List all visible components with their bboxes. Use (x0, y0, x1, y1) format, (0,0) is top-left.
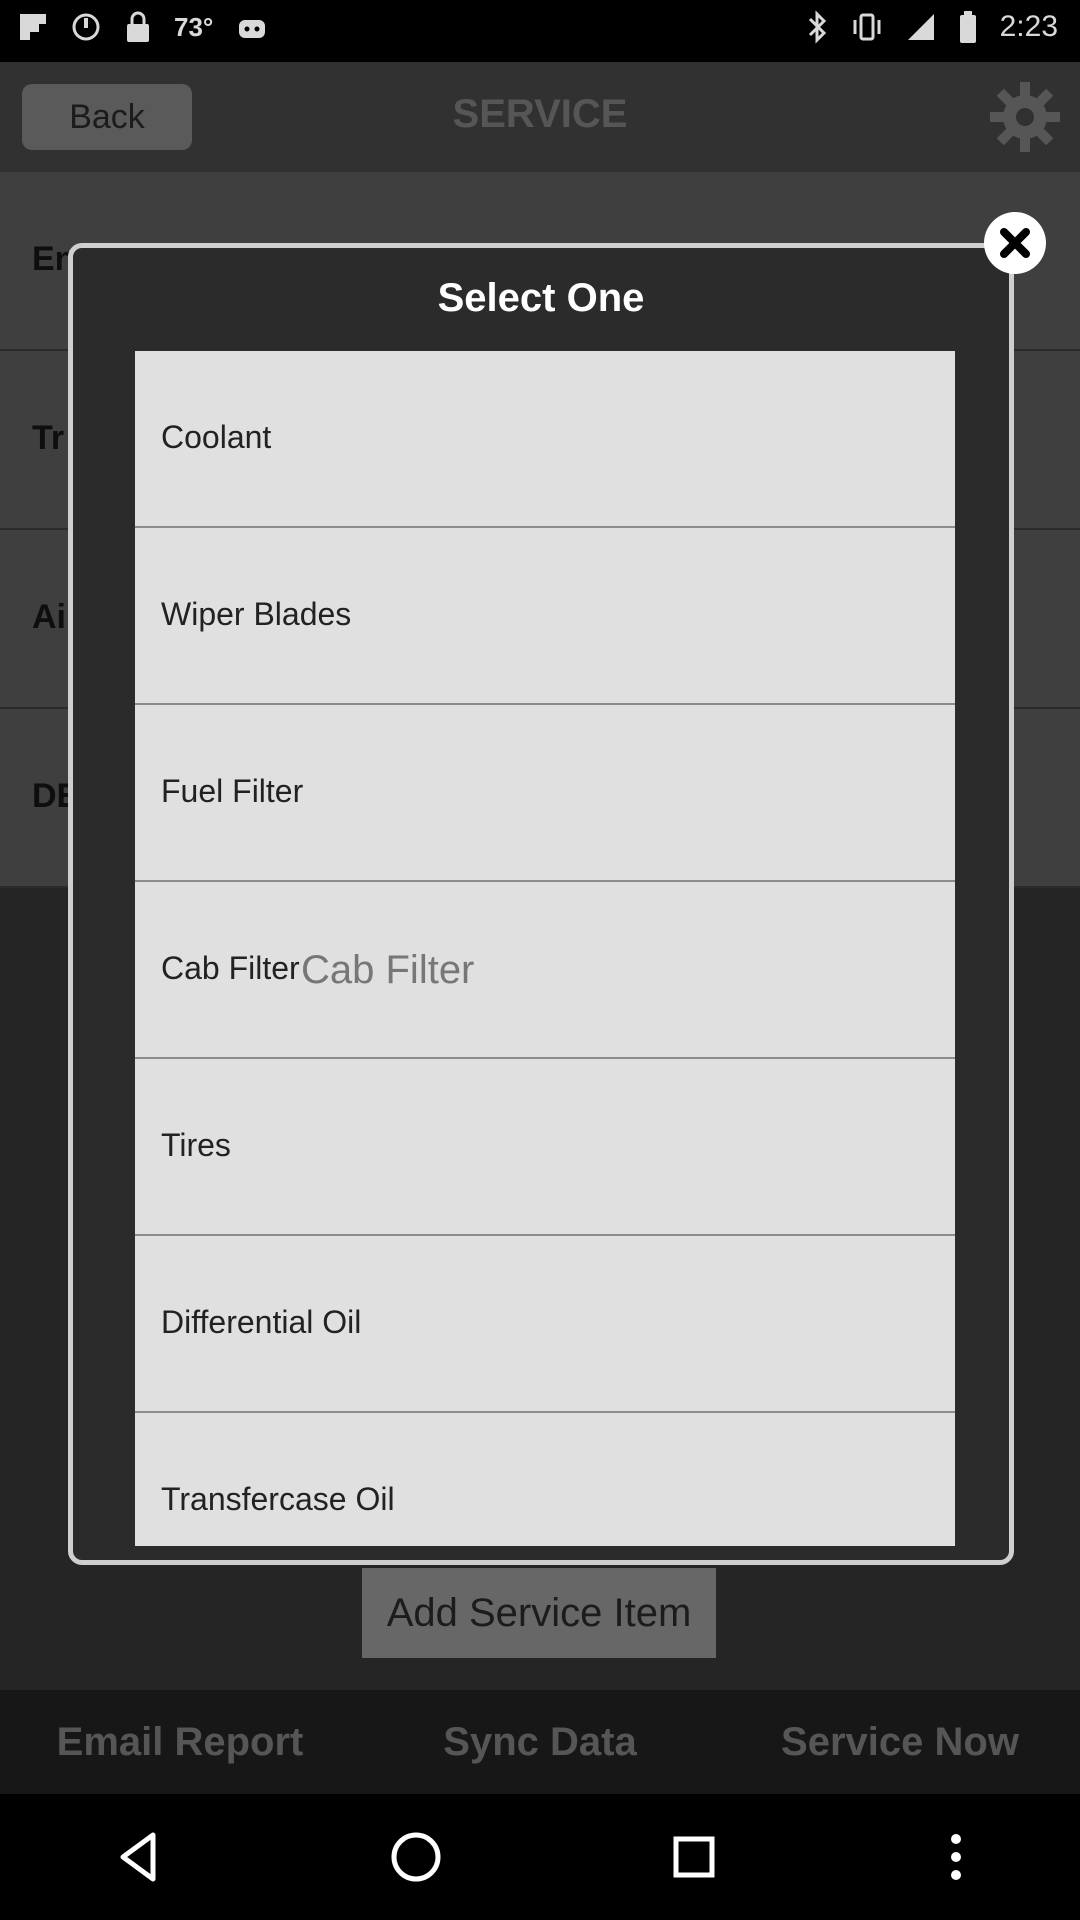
select-one-dialog: Select One Coolant Wiper Blades Fuel Fil… (68, 243, 1014, 1565)
option-cab-filter[interactable]: Cab Filter Cab Filter (135, 882, 955, 1059)
option-label: Differential Oil (161, 1304, 362, 1340)
options-list[interactable]: Coolant Wiper Blades Fuel Filter Cab Fil… (135, 351, 955, 1546)
option-tires[interactable]: Tires (135, 1059, 955, 1236)
option-label: Coolant (161, 419, 272, 455)
system-navigation-bar (0, 1794, 1080, 1920)
recents-square-icon[interactable] (664, 1827, 724, 1887)
option-coolant[interactable]: Coolant (135, 351, 955, 528)
more-vertical-icon[interactable] (941, 1827, 971, 1887)
option-label: Wiper Blades (161, 596, 352, 632)
option-label: Tires (161, 1127, 231, 1163)
close-icon (1000, 228, 1030, 258)
option-fuel-filter[interactable]: Fuel Filter (135, 705, 955, 882)
close-dialog-button[interactable] (984, 212, 1046, 274)
back-triangle-icon[interactable] (109, 1827, 169, 1887)
option-label: Cab Filter (161, 950, 300, 986)
option-label: Fuel Filter (161, 773, 304, 809)
option-hint: Cab Filter (301, 948, 475, 992)
dialog-title: Select One (437, 276, 645, 320)
option-label: Transfercase Oil (161, 1481, 395, 1517)
option-differential-oil[interactable]: Differential Oil (135, 1236, 955, 1413)
option-wiper-blades[interactable]: Wiper Blades (135, 528, 955, 705)
home-circle-icon[interactable] (386, 1827, 446, 1887)
option-transfercase-oil[interactable]: Transfercase Oil (135, 1413, 955, 1546)
